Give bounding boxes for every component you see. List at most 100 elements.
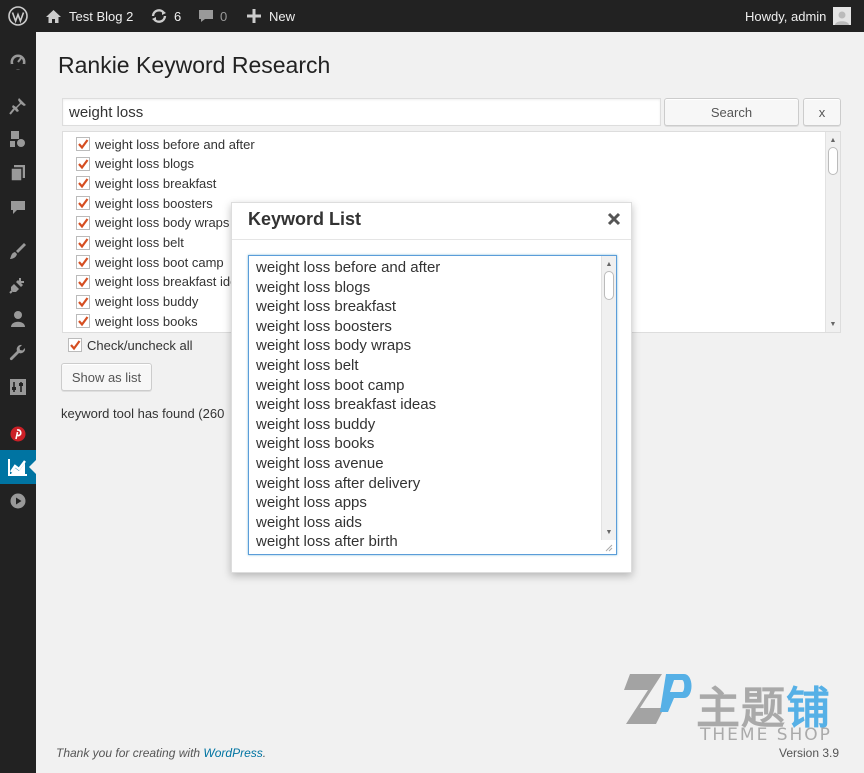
theme-shop-logo-icon (624, 674, 692, 724)
appearance-brush-icon[interactable] (0, 234, 36, 268)
footer-version: Version 3.9 (779, 746, 840, 760)
textarea-line: weight loss books (256, 435, 375, 453)
keyword-row[interactable]: weight loss books (76, 311, 198, 331)
scroll-down-arrow-icon[interactable]: ▼ (602, 525, 616, 539)
scroll-thumb[interactable] (828, 147, 838, 175)
checkbox-checked-icon[interactable] (76, 314, 90, 329)
dashboard-icon[interactable] (0, 44, 36, 78)
keyword-label: weight loss belt (95, 235, 184, 250)
keyword-row[interactable]: weight loss blogs (76, 154, 194, 174)
plugins-icon[interactable] (0, 268, 36, 302)
checkbox-checked-icon[interactable] (76, 176, 90, 191)
tools-wrench-icon[interactable] (0, 336, 36, 370)
howdy-text: Howdy, admin (745, 8, 827, 24)
plus-icon (247, 9, 261, 23)
checkbox-checked-icon[interactable] (76, 294, 90, 309)
footer-thanks-prefix: Thank you for creating with (56, 746, 204, 760)
scroll-thumb[interactable] (604, 271, 614, 300)
keyword-label: weight loss before and after (95, 136, 255, 152)
checkbox-checked-icon[interactable] (76, 196, 90, 211)
pinterest-icon[interactable] (0, 417, 36, 451)
keyword-row[interactable]: weight loss belt (76, 233, 184, 253)
keyword-row[interactable]: weight loss boot camp (76, 252, 224, 272)
modal-title: Keyword List (248, 209, 362, 229)
textarea-line: weight loss aids (256, 513, 362, 531)
checkbox-checked-icon[interactable] (76, 255, 90, 270)
users-icon[interactable] (0, 302, 36, 336)
page-title: Rankie Keyword Research (58, 52, 331, 78)
updates-link[interactable]: 6 (150, 0, 181, 32)
textarea-scrollbar[interactable]: ▲ ▼ (601, 256, 616, 540)
keyword-label: weight loss breakfast (95, 175, 217, 191)
pages-icon[interactable] (0, 156, 36, 190)
textarea-line: weight loss boot camp (256, 376, 405, 394)
search-button[interactable]: Search (664, 98, 799, 126)
textarea-line: weight loss buddy (256, 415, 376, 433)
close-icon[interactable] (607, 212, 621, 226)
keyword-row[interactable]: weight loss breakfast (76, 173, 216, 193)
checkbox-checked-icon[interactable] (76, 274, 90, 289)
textarea-line: weight loss before and after (256, 259, 441, 276)
site-name-link[interactable]: Test Blog 2 (45, 0, 133, 32)
my-account-link[interactable]: Howdy, admin (745, 0, 852, 32)
keyword-row[interactable]: weight loss before and after (76, 134, 255, 154)
avatar-silhouette-icon (835, 11, 850, 25)
textarea-line: weight loss body wraps (256, 337, 412, 355)
textarea-line: weight loss after delivery (256, 474, 421, 492)
checkbox-checked-icon[interactable] (68, 338, 82, 352)
keyword-list-textarea[interactable]: weight loss before and after weight loss … (248, 255, 617, 555)
watermark-english-text: THEME SHOP (700, 725, 832, 745)
settings-icon[interactable] (0, 370, 36, 404)
keyword-row[interactable]: weight loss body wraps (76, 213, 229, 233)
results-scrollbar[interactable]: ▲ ▼ (825, 132, 840, 332)
admin-sidebar-menu (0, 32, 36, 773)
textarea-line: weight loss boosters (256, 317, 392, 335)
scroll-down-arrow-icon[interactable]: ▼ (826, 317, 840, 331)
admin-bar: Test Blog 2 6 0 New Howdy, admin (0, 0, 864, 32)
footer-thanks-suffix: . (262, 746, 267, 760)
comments-count: 0 (220, 8, 228, 24)
comments-icon[interactable] (0, 190, 36, 224)
keyword-search-input[interactable] (62, 98, 661, 126)
keyword-label: weight loss breakfast ideas (95, 274, 252, 290)
scroll-up-arrow-icon[interactable]: ▲ (602, 257, 616, 271)
textarea-line: weight loss breakfast ideas (256, 396, 437, 414)
scroll-up-arrow-icon[interactable]: ▲ (826, 133, 840, 147)
keyword-list-modal: Keyword List weight loss before and afte… (231, 202, 632, 573)
new-content-link[interactable]: New (247, 0, 295, 32)
checkbox-checked-icon[interactable] (76, 215, 90, 230)
wordpress-logo-icon[interactable] (8, 0, 28, 32)
checkbox-checked-icon[interactable] (76, 137, 90, 151)
new-label: New (269, 8, 296, 24)
resize-grip-icon[interactable] (604, 543, 613, 552)
checkbox-checked-icon[interactable] (76, 235, 90, 250)
keyword-label: weight loss boosters (95, 195, 213, 211)
modal-divider (232, 239, 631, 240)
wordpress-link[interactable]: WordPress (203, 746, 262, 760)
posts-pin-icon[interactable] (0, 89, 36, 123)
check-all-toggle[interactable]: Check/uncheck all (68, 336, 193, 354)
rankie-chart-icon[interactable] (0, 450, 36, 484)
keyword-row[interactable]: weight loss breakfast ideas (76, 272, 251, 292)
keyword-label: weight loss books (95, 313, 198, 329)
textarea-line: weight loss apps (256, 494, 367, 512)
checkbox-checked-icon[interactable] (76, 156, 90, 171)
clear-button[interactable]: x (803, 98, 841, 126)
keyword-count-status: keyword tool has found (260 (61, 406, 225, 421)
keyword-row[interactable]: weight loss buddy (76, 292, 198, 312)
comments-link[interactable]: 0 (198, 0, 227, 32)
keyword-row[interactable]: weight loss boosters (76, 193, 213, 213)
show-as-list-button[interactable]: Show as list (61, 363, 152, 391)
media-icon[interactable] (0, 122, 36, 156)
theme-shop-watermark: 主题铺 THEME SHOP (622, 668, 844, 748)
comment-bubble-icon (199, 10, 213, 22)
textarea-line: weight loss belt (256, 357, 359, 374)
keyword-label: weight loss body wraps (95, 215, 230, 231)
textarea-line: weight loss breakfast (256, 298, 397, 316)
textarea-line: weight loss blogs (256, 278, 371, 296)
play-icon[interactable] (0, 484, 36, 518)
textarea-line: weight loss avenue (256, 455, 384, 472)
textarea-line: weight loss after birth (256, 533, 398, 551)
updates-count: 6 (174, 8, 182, 24)
keyword-label: weight loss buddy (95, 294, 199, 310)
